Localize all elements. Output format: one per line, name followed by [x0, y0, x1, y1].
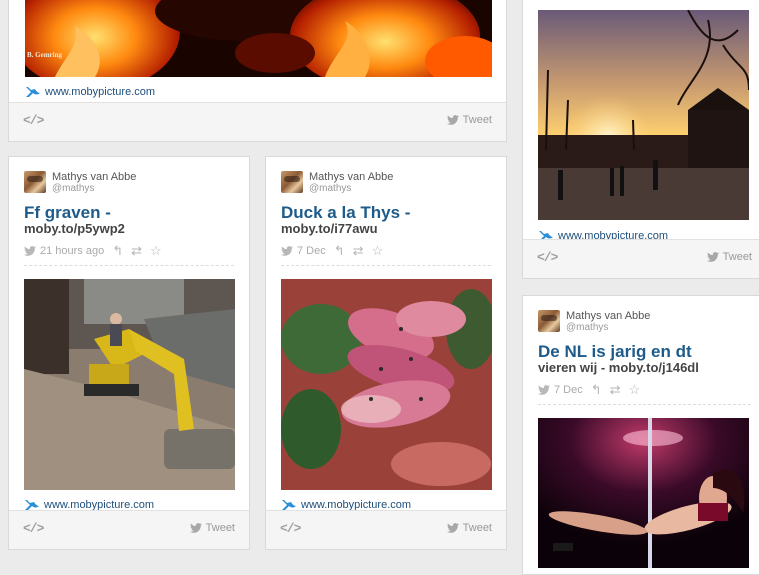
avatar[interactable] [281, 171, 303, 193]
card-footer: </> Tweet [523, 239, 759, 278]
twitter-bird-icon [706, 252, 719, 262]
twitter-bird-icon [446, 523, 459, 533]
post-time[interactable]: 21 hours ago [40, 245, 104, 257]
twitter-bird-icon [189, 523, 202, 533]
post-time[interactable]: 7 Dec [554, 384, 583, 396]
post-time[interactable]: 7 Dec [297, 245, 326, 257]
author-handle[interactable]: @mathys [309, 183, 393, 194]
author-handle[interactable]: @mathys [566, 322, 650, 333]
avatar[interactable] [24, 171, 46, 193]
photo-card-fire: B. Gemring www.mobypicture.com </> Tweet [8, 0, 507, 142]
author-name[interactable]: Mathys van Abbe [52, 171, 136, 183]
retweet-icon[interactable]: ⇄ [353, 243, 364, 259]
post-title[interactable]: De NL is jarig en dt [538, 342, 692, 361]
embed-code-icon[interactable]: </> [23, 113, 44, 128]
retweet-icon[interactable]: ⇄ [131, 243, 142, 259]
excavator-image [24, 279, 235, 490]
tweet-button[interactable]: Tweet [446, 522, 492, 534]
author[interactable]: Mathys van Abbe @mathys [24, 171, 136, 194]
twitter-bird-icon [281, 246, 293, 256]
embed-code-icon[interactable]: </> [23, 521, 44, 536]
fire-image [25, 0, 492, 77]
mobypicture-link[interactable]: www.mobypicture.com [25, 85, 155, 99]
moby-whale-icon [26, 87, 40, 97]
author[interactable]: Mathys van Abbe @mathys [281, 171, 393, 194]
post-card-ff-graven: Mathys van Abbe @mathys Ff graven - moby… [8, 156, 250, 550]
favorite-star-icon[interactable]: ☆ [629, 382, 641, 398]
post-meta: 7 Dec ↰ ⇄ ☆ [281, 243, 383, 259]
twitter-bird-icon [446, 115, 459, 125]
pole-dance-photo[interactable] [538, 418, 749, 568]
excavator-photo[interactable] [24, 279, 235, 490]
photo-card-sunset: www.mobypicture.com </> Tweet [522, 0, 759, 279]
divider [538, 404, 751, 405]
post-title[interactable]: Ff graven - [24, 203, 111, 222]
author-name[interactable]: Mathys van Abbe [566, 310, 650, 322]
avatar[interactable] [538, 310, 560, 332]
reply-icon[interactable]: ↰ [112, 243, 123, 259]
divider [281, 265, 491, 266]
card-footer: </> Tweet [9, 102, 506, 141]
sunset-photo[interactable] [538, 10, 749, 220]
food-image [281, 279, 492, 490]
tweet-button[interactable]: Tweet [189, 522, 235, 534]
twitter-bird-icon [538, 385, 550, 395]
tweet-button[interactable]: Tweet [446, 114, 492, 126]
post-short-url[interactable]: moby.to/i77awu [281, 221, 378, 236]
tweet-button[interactable]: Tweet [706, 251, 752, 263]
embed-code-icon[interactable]: </> [280, 521, 301, 536]
post-short-url[interactable]: vieren wij - moby.to/j146dl [538, 360, 699, 375]
author-name[interactable]: Mathys van Abbe [309, 171, 393, 183]
sunset-image [538, 10, 749, 220]
post-card-nl-jarig: Mathys van Abbe @mathys De NL is jarig e… [522, 295, 759, 575]
post-meta: 7 Dec ↰ ⇄ ☆ [538, 382, 640, 398]
card-footer: </> Tweet [9, 510, 249, 549]
favorite-star-icon[interactable]: ☆ [150, 243, 162, 259]
post-meta: 21 hours ago ↰ ⇄ ☆ [24, 243, 162, 259]
post-card-duck: Mathys van Abbe @mathys Duck a la Thys -… [265, 156, 507, 550]
card-footer: </> Tweet [266, 510, 506, 549]
post-short-url[interactable]: moby.to/p5ywp2 [24, 221, 125, 236]
reply-icon[interactable]: ↰ [591, 382, 602, 398]
photo-watermark: B. Gemring [27, 51, 62, 59]
author-handle[interactable]: @mathys [52, 183, 136, 194]
embed-code-icon[interactable]: </> [537, 250, 558, 265]
fire-photo[interactable]: B. Gemring [25, 0, 492, 77]
pole-dance-image [538, 418, 749, 568]
twitter-bird-icon [24, 246, 36, 256]
reply-icon[interactable]: ↰ [334, 243, 345, 259]
post-title[interactable]: Duck a la Thys - [281, 203, 410, 222]
retweet-icon[interactable]: ⇄ [610, 382, 621, 398]
divider [24, 265, 234, 266]
favorite-star-icon[interactable]: ☆ [372, 243, 384, 259]
food-photo[interactable] [281, 279, 492, 490]
author[interactable]: Mathys van Abbe @mathys [538, 310, 650, 333]
